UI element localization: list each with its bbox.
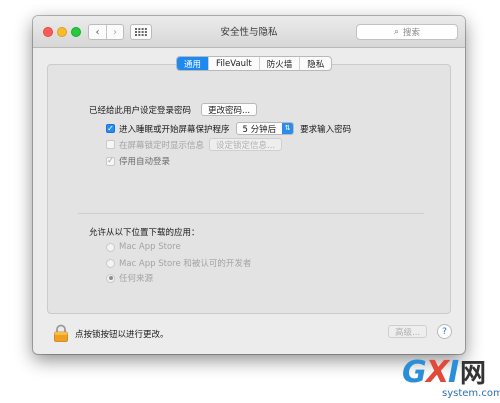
disable-auto-login-checkbox[interactable]: ✓ <box>106 156 115 166</box>
site-watermark-logo: G X I 网 system.com <box>400 352 500 400</box>
downloads-heading: 允许从以下位置下载的应用： <box>89 228 200 238</box>
section-divider <box>78 213 424 214</box>
tab-content-pane: 已经给此用户设定登录密码 更改密码... ✓ 进入睡眠或开始屏幕保护程序 5 分… <box>47 64 451 314</box>
password-delay-value: 5 分钟后 <box>242 124 277 135</box>
tab-filevault[interactable]: FileVault <box>208 57 259 70</box>
search-field[interactable]: ⌕ 搜索 <box>356 24 458 40</box>
preferences-window: ‹ › 安全性与隐私 ⌕ 搜索 已经给此用户设定登录密码 更改密码... ✓ 进… <box>33 16 465 354</box>
radio-anywhere[interactable] <box>106 273 115 283</box>
svg-text:I: I <box>448 355 459 390</box>
require-password-label: 进入睡眠或开始屏幕保护程序 <box>119 124 230 135</box>
radio-identified-developers[interactable] <box>106 258 115 268</box>
help-icon[interactable]: ? <box>437 324 452 339</box>
tab-privacy[interactable]: 隐私 <box>299 57 331 70</box>
search-icon: ⌕ <box>393 27 400 37</box>
disable-auto-login-label: 停用自动登录 <box>119 157 171 167</box>
tab-general[interactable]: 通用 <box>177 57 209 70</box>
tab-firewall[interactable]: 防火墙 <box>258 57 300 70</box>
radio-label: 任何来源 <box>119 274 154 284</box>
lock-message-row: 在屏幕锁定时显示信息 设定锁定信息... <box>106 138 283 151</box>
password-label: 已经给此用户设定登录密码 <box>89 105 192 116</box>
radio-label: Mac App Store <box>119 242 181 252</box>
lock-message-checkbox[interactable] <box>106 140 115 149</box>
svg-text:X: X <box>424 355 451 390</box>
svg-text:system.com: system.com <box>442 388 500 399</box>
password-delay-select[interactable]: 5 分钟后 ⇅ <box>235 122 295 135</box>
require-password-suffix: 要求输入密码 <box>300 124 352 135</box>
auto-login-row: ✓ 停用自动登录 <box>106 155 170 167</box>
search-placeholder: 搜索 <box>403 28 421 38</box>
password-row: 已经给此用户设定登录密码 更改密码... <box>89 103 258 116</box>
download-option-app-store: Mac App Store <box>106 242 181 252</box>
advanced-button[interactable]: 高级... <box>388 325 428 338</box>
select-arrows-icon: ⇅ <box>282 123 294 134</box>
lock-icon[interactable] <box>53 324 69 342</box>
download-option-anywhere: 任何来源 <box>106 272 153 284</box>
require-password-checkbox[interactable]: ✓ <box>106 124 115 133</box>
download-option-identified: Mac App Store 和被认可的开发者 <box>106 257 251 269</box>
set-lock-message-button[interactable]: 设定锁定信息... <box>209 138 283 151</box>
svg-text:网: 网 <box>460 359 486 389</box>
require-password-row: ✓ 进入睡眠或开始屏幕保护程序 5 分钟后 ⇅ 要求输入密码 <box>106 122 351 135</box>
downloads-heading-row: 允许从以下位置下载的应用： <box>89 226 200 238</box>
radio-label: Mac App Store 和被认可的开发者 <box>119 259 252 269</box>
lock-instructions: 点按锁按钮以进行更改。 <box>75 330 169 340</box>
change-password-button[interactable]: 更改密码... <box>201 103 258 116</box>
lock-message-label: 在屏幕锁定时显示信息 <box>119 140 205 151</box>
svg-text:G: G <box>402 355 427 390</box>
radio-app-store[interactable] <box>106 242 115 252</box>
title-bar: ‹ › 安全性与隐私 ⌕ 搜索 <box>33 16 465 48</box>
tab-bar: 通用 FileVault 防火墙 隐私 <box>176 56 333 71</box>
